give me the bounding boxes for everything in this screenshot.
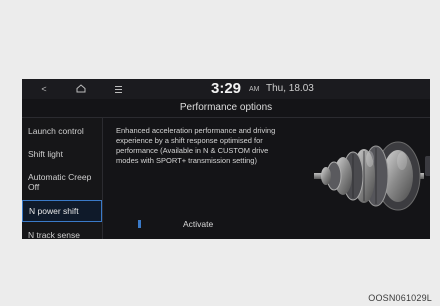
sidebar-item-n-track-sense[interactable]: N track sense: [22, 230, 102, 239]
sidebar-item-shift-light[interactable]: Shift light: [22, 149, 102, 159]
options-sidebar: Launch control Shift light Automatic Cre…: [22, 118, 103, 239]
activate-indicator: [138, 220, 141, 228]
right-edge-handle[interactable]: [425, 156, 430, 176]
activate-label: Activate: [183, 219, 214, 229]
transmission-gearbox-illustration: [310, 121, 428, 231]
clock-ampm: AM: [249, 86, 260, 93]
home-icon[interactable]: [74, 80, 88, 98]
feature-description: Enhanced acceleration performance and dr…: [116, 126, 276, 165]
sidebar-item-automatic-creep-off[interactable]: Automatic Creep Off: [22, 172, 102, 192]
sidebar-item-n-power-shift[interactable]: N power shift: [22, 200, 102, 222]
activate-toggle[interactable]: Activate: [138, 216, 278, 232]
clock-date: Thu, 18.03: [266, 83, 314, 94]
clock-time: 3:29: [211, 80, 242, 97]
page-title: Performance options: [179, 102, 273, 113]
infotainment-screen: < 3:29 AM Thu, 18.03 Performance options…: [22, 79, 430, 239]
menu-icon[interactable]: [112, 80, 126, 98]
image-reference-code: OOSN061029L: [368, 293, 432, 303]
sidebar-item-launch-control[interactable]: Launch control: [22, 126, 102, 136]
status-bar: < 3:29 AM Thu, 18.03: [22, 79, 430, 99]
back-icon[interactable]: <: [37, 80, 51, 98]
